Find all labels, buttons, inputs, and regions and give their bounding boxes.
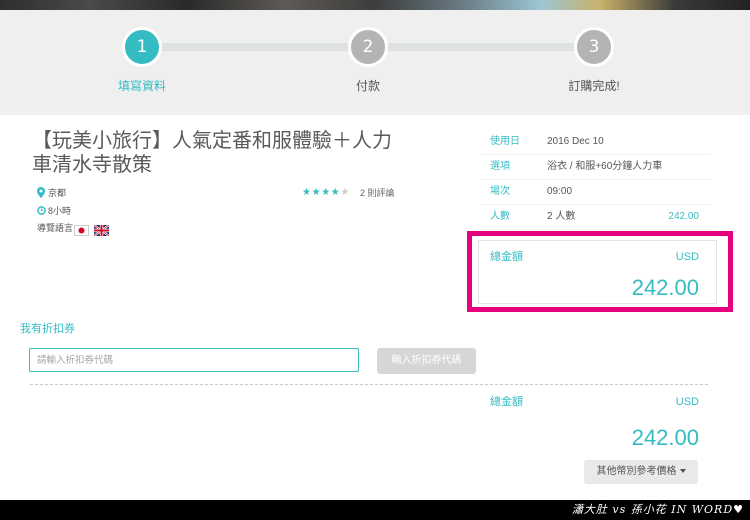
- booking-row-session: 場次 09:00: [480, 180, 710, 205]
- japan-flag-icon: [74, 223, 89, 241]
- step-number: 3: [574, 27, 614, 67]
- coupon-input[interactable]: [29, 348, 359, 372]
- map-pin-icon: [37, 187, 45, 201]
- location-text: 京都: [48, 188, 67, 198]
- row-label: 選項: [490, 161, 510, 172]
- star-icon: [321, 187, 331, 199]
- step-complete: 3 訂購完成!: [544, 27, 644, 93]
- step-number: 1: [122, 27, 162, 67]
- step-label: 填寫資料: [117, 79, 166, 93]
- summary-total-label: 總金額: [490, 396, 523, 408]
- row-value: 2016 Dec 10: [547, 136, 604, 147]
- highlight-annotation: [467, 231, 733, 312]
- header-photo: [0, 0, 750, 10]
- star-icon: [340, 187, 350, 199]
- row-label: 場次: [490, 186, 510, 197]
- step-number: 2: [348, 27, 388, 67]
- clock-icon: [37, 206, 46, 218]
- row-value: 浴衣 / 和服+60分鐘人力車: [547, 161, 663, 172]
- language-label: 導覽語言: [37, 223, 74, 233]
- row-value: 2 人數: [547, 211, 576, 222]
- summary-total-amount: 242.00: [631, 425, 699, 450]
- star-icon: [312, 187, 322, 199]
- star-icon: [331, 187, 341, 199]
- step-label: 付款: [355, 79, 380, 93]
- reviews-link[interactable]: 2 則評論: [360, 187, 395, 199]
- booking-row-date: 使用日 2016 Dec 10: [480, 130, 710, 155]
- booking-row-option: 選項 浴衣 / 和服+60分鐘人力車: [480, 155, 710, 180]
- booking-details: 使用日 2016 Dec 10 選項 浴衣 / 和服+60分鐘人力車 場次 09…: [480, 130, 710, 230]
- watermark-text: 瀟大肚 vs 孫小花 IN WORD♥: [571, 503, 744, 516]
- duration-text: 8小時: [48, 206, 72, 216]
- star-icon: [302, 187, 312, 199]
- booking-row-people: 人數 2 人數 242.00: [480, 205, 710, 230]
- row-value: 09:00: [547, 186, 573, 197]
- row-label: 使用日: [490, 136, 520, 147]
- other-currency-label: 其他幣別參考價格: [596, 466, 677, 477]
- product-title: 【玩美小旅行】人氣定番和服體驗＋人力車清水寺散策: [32, 130, 392, 176]
- dashed-divider: [30, 384, 708, 385]
- summary-currency: USD: [675, 396, 699, 408]
- caret-down-icon: [679, 469, 686, 474]
- apply-coupon-button[interactable]: 輸入折扣券代碼: [377, 348, 476, 374]
- coupon-heading: 我有折扣券: [20, 323, 75, 335]
- uk-flag-icon: [93, 223, 110, 241]
- step-payment: 2 付款: [318, 27, 418, 93]
- row-label: 人數: [490, 211, 510, 222]
- other-currency-button[interactable]: 其他幣別參考價格: [584, 460, 698, 484]
- step-label: 訂購完成!: [568, 79, 620, 93]
- step-fill-info: 1 填寫資料: [92, 27, 192, 93]
- checkout-steps: 1 填寫資料 2 付款 3 訂購完成!: [0, 10, 750, 115]
- rating-stars: [302, 187, 350, 199]
- watermark-bar: 瀟大肚 vs 孫小花 IN WORD♥: [0, 500, 750, 520]
- row-amount: 242.00: [668, 211, 699, 222]
